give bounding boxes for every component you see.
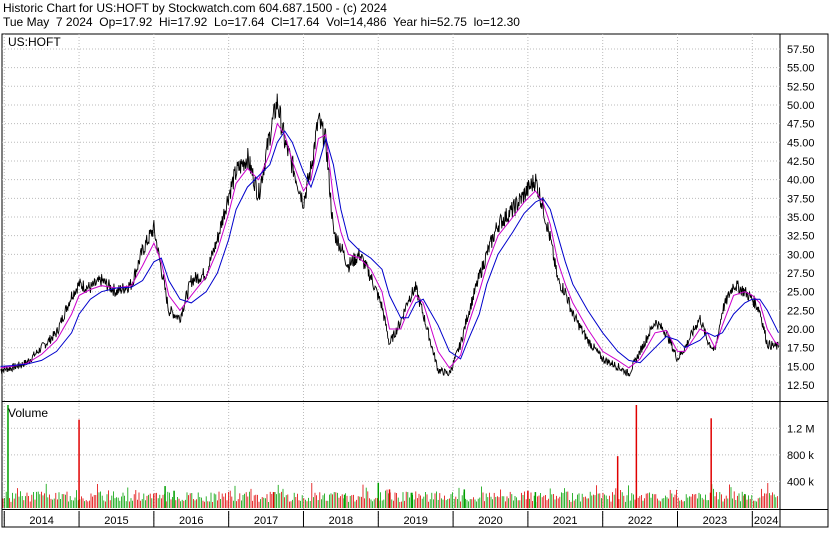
short-moving-average-line (0, 122, 779, 369)
year-label: 2014 (29, 515, 53, 527)
year-label: 2018 (329, 515, 353, 527)
price-tick-label: 52.50 (787, 81, 815, 93)
price-tick-label: 55.00 (787, 63, 815, 75)
price-tick-label: 25.00 (787, 287, 815, 299)
year-label: 2023 (703, 515, 727, 527)
price-tick-label: 45.00 (787, 137, 815, 149)
grid-lines (2, 34, 780, 527)
price-tick-label: 22.50 (787, 305, 815, 317)
year-label: 2022 (628, 515, 652, 527)
year-label: 2017 (254, 515, 278, 527)
volume-plot (2, 405, 778, 508)
price-tick-label: 47.50 (787, 119, 815, 131)
volume-tick-label: 1.2 M (787, 423, 815, 435)
price-plot (0, 93, 779, 377)
price-volume-chart: 57.50 55.00 52.50 50.00 47.50 45.00 42.50 40.00… (0, 33, 829, 528)
price-tick-label: 15.00 (787, 361, 815, 373)
price-tick-label: 42.50 (787, 156, 815, 168)
volume-tick-label: 800 k (787, 450, 814, 462)
year-label: 2016 (179, 515, 203, 527)
price-tick-label: 35.00 (787, 212, 815, 224)
price-tick-label: 37.50 (787, 193, 815, 205)
price-line (0, 93, 779, 377)
price-tick-label: 40.00 (787, 175, 815, 187)
price-tick-label: 32.50 (787, 231, 815, 243)
year-label: 2021 (553, 515, 577, 527)
price-tick-label: 27.50 (787, 268, 815, 280)
volume-tick-label: 400 k (787, 476, 814, 488)
price-panel-title: US:HOFT (8, 35, 61, 49)
outer-border (1, 33, 829, 528)
chart-frame (1, 33, 829, 528)
year-label: 2020 (478, 515, 502, 527)
price-tick-label: 50.00 (787, 100, 815, 112)
year-label: 2015 (104, 515, 128, 527)
axis-labels: 57.50 55.00 52.50 50.00 47.50 45.00 42.50 40.00… (8, 35, 815, 527)
price-tick-label: 12.50 (787, 380, 815, 392)
year-label: 2024 (754, 515, 778, 527)
year-label: 2019 (403, 515, 427, 527)
volume-panel-title: Volume (8, 406, 48, 420)
price-tick-label: 17.50 (787, 343, 815, 355)
price-tick-label: 30.00 (787, 249, 815, 261)
price-tick-label: 20.00 (787, 324, 815, 336)
price-tick-label: 57.50 (787, 44, 815, 56)
